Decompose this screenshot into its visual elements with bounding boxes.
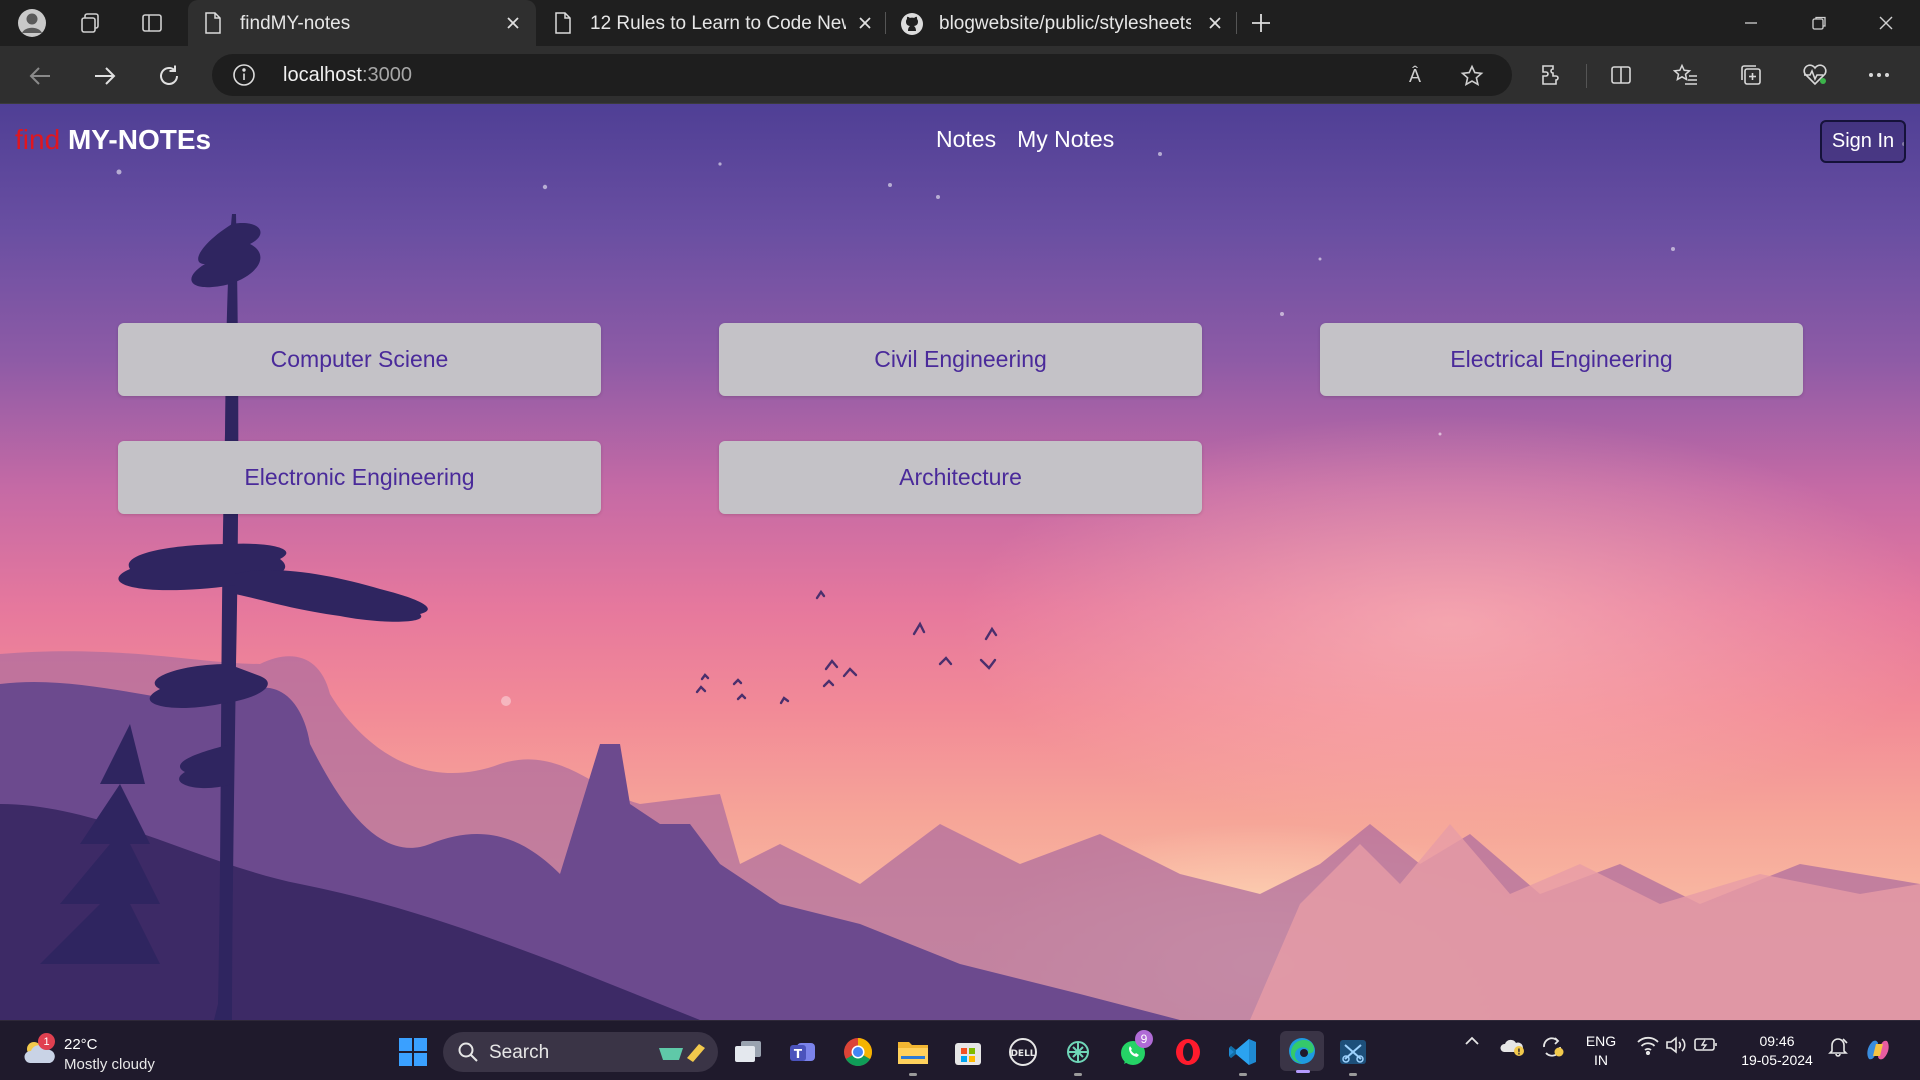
site-info-icon[interactable] xyxy=(232,63,256,87)
tab-blogwebsite[interactable]: blogwebsite/public/stylesheets/s xyxy=(888,0,1234,46)
chrome-icon[interactable] xyxy=(840,1034,876,1070)
microsoft-store-icon[interactable] xyxy=(950,1034,986,1070)
url-text: localhost:3000 xyxy=(283,64,412,86)
svg-text:DELL: DELL xyxy=(1010,1049,1035,1059)
new-tab-icon[interactable] xyxy=(1246,8,1276,38)
background-landscape xyxy=(0,142,1920,1020)
taskbar-search-box[interactable]: Search xyxy=(443,1032,718,1072)
subject-card-electronic-engineering[interactable]: Electronic Engineering xyxy=(118,441,601,514)
tab-separator xyxy=(885,12,886,34)
minimize-icon[interactable] xyxy=(1719,0,1783,46)
subject-card-electrical-engineering[interactable]: Electrical Engineering xyxy=(1320,323,1803,396)
main-nav: Notes My Notes xyxy=(936,126,1114,153)
clock-time: 09:46 xyxy=(1759,1033,1795,1049)
site-header: find MY-NOTEs Notes My Notes Sign In xyxy=(0,104,1920,176)
dell-icon[interactable]: DELL xyxy=(1005,1034,1041,1070)
battery-icon[interactable] xyxy=(1692,1035,1720,1053)
sync-warning-icon[interactable] xyxy=(1540,1035,1566,1059)
page-icon xyxy=(204,12,222,40)
running-indicator xyxy=(1074,1073,1082,1076)
address-bar[interactable]: localhost:3000 Â xyxy=(212,54,1512,96)
file-explorer-icon[interactable] xyxy=(895,1034,931,1076)
snipping-tool-icon[interactable] xyxy=(1335,1034,1371,1076)
tab-title: 12 Rules to Learn to Code New T xyxy=(590,13,846,34)
vscode-icon[interactable] xyxy=(1225,1034,1261,1076)
browser-toolbar: localhost:3000 Â xyxy=(0,46,1920,104)
whatsapp-icon[interactable]: 9 xyxy=(1115,1030,1153,1070)
weather-description: Mostly cloudy xyxy=(64,1056,155,1073)
running-indicator xyxy=(909,1073,917,1076)
teams-icon[interactable]: T xyxy=(785,1034,821,1070)
favorite-star-icon[interactable] xyxy=(1459,63,1485,89)
close-window-icon[interactable] xyxy=(1854,0,1918,46)
browser-tab-bar: findMY-notes 12 Rules to Learn to Code N… xyxy=(0,0,1920,46)
tab-title: blogwebsite/public/stylesheets/s xyxy=(939,13,1191,34)
running-indicator xyxy=(1349,1073,1357,1076)
close-tab-icon[interactable] xyxy=(502,12,524,34)
windows-taskbar: 1 22°C Mostly cloudy Search T DELL 9 ! E… xyxy=(0,1020,1920,1080)
copilot-icon[interactable] xyxy=(1862,1035,1894,1065)
edge-icon[interactable] xyxy=(1280,1031,1324,1073)
profile-avatar-icon[interactable] xyxy=(17,8,47,38)
weather-widget[interactable]: 1 22°C Mostly cloudy xyxy=(20,1029,170,1075)
favorites-icon[interactable] xyxy=(1671,60,1701,90)
opera-icon[interactable] xyxy=(1170,1034,1206,1070)
task-view-icon[interactable] xyxy=(730,1034,766,1070)
clock-date: 19-05-2024 xyxy=(1741,1052,1813,1068)
nav-link-my-notes[interactable]: My Notes xyxy=(1017,126,1114,153)
subject-card-civil-engineering[interactable]: Civil Engineering xyxy=(719,323,1202,396)
page-viewport: find MY-NOTEs Notes My Notes Sign In Com… xyxy=(0,104,1920,1020)
nav-link-notes[interactable]: Notes xyxy=(936,126,996,153)
refresh-icon[interactable] xyxy=(151,58,187,94)
close-tab-icon[interactable] xyxy=(854,12,876,34)
language-indicator[interactable]: ENG IN xyxy=(1580,1032,1622,1070)
chatgpt-icon[interactable] xyxy=(1060,1034,1096,1076)
search-label: Search xyxy=(489,1042,550,1063)
tab-12-rules[interactable]: 12 Rules to Learn to Code New T xyxy=(540,0,884,46)
vertical-tabs-icon[interactable] xyxy=(137,8,167,38)
running-indicator xyxy=(1239,1073,1247,1076)
forward-icon[interactable] xyxy=(87,58,123,94)
subject-card-computer-science[interactable]: Computer Sciene xyxy=(118,323,601,396)
restore-icon[interactable] xyxy=(1787,0,1851,46)
svg-text:T: T xyxy=(794,1047,803,1061)
weather-temperature: 22°C xyxy=(64,1036,98,1053)
notification-badge: 1 xyxy=(38,1033,55,1050)
back-icon[interactable] xyxy=(22,58,58,94)
toolbar-separator xyxy=(1586,64,1587,88)
active-indicator xyxy=(1296,1070,1310,1073)
notifications-bell-icon[interactable] xyxy=(1825,1035,1851,1057)
subject-card-architecture[interactable]: Architecture xyxy=(719,441,1202,514)
extensions-icon[interactable] xyxy=(1536,60,1566,90)
github-icon xyxy=(900,12,924,42)
browser-essentials-icon[interactable] xyxy=(1800,60,1830,90)
search-icon xyxy=(457,1041,479,1068)
tab-title: findMY-notes xyxy=(240,13,351,34)
notification-badge: 9 xyxy=(1135,1030,1153,1048)
split-screen-icon[interactable] xyxy=(1606,60,1636,90)
tab-separator xyxy=(1236,12,1237,34)
tab-findmy-notes[interactable]: findMY-notes xyxy=(188,0,536,46)
show-hidden-icons-chevron-icon[interactable] xyxy=(1461,1035,1483,1047)
windows-start-icon[interactable] xyxy=(395,1034,431,1070)
volume-icon[interactable] xyxy=(1663,1035,1689,1055)
workspaces-icon[interactable] xyxy=(75,8,105,38)
wifi-icon[interactable] xyxy=(1635,1035,1661,1055)
collections-icon[interactable] xyxy=(1736,60,1766,90)
clock[interactable]: 09:46 19-05-2024 xyxy=(1734,1032,1820,1070)
sign-in-button[interactable]: Sign In xyxy=(1820,120,1906,163)
read-aloud-icon[interactable]: Â xyxy=(1402,63,1428,89)
svg-text:!: ! xyxy=(1517,1048,1521,1057)
search-highlight-icon xyxy=(653,1038,709,1071)
site-logo[interactable]: find MY-NOTEs xyxy=(15,124,211,156)
more-options-icon[interactable] xyxy=(1864,60,1894,90)
page-icon xyxy=(554,12,572,40)
onedrive-warning-icon[interactable]: ! xyxy=(1500,1035,1526,1057)
close-tab-icon[interactable] xyxy=(1204,12,1226,34)
